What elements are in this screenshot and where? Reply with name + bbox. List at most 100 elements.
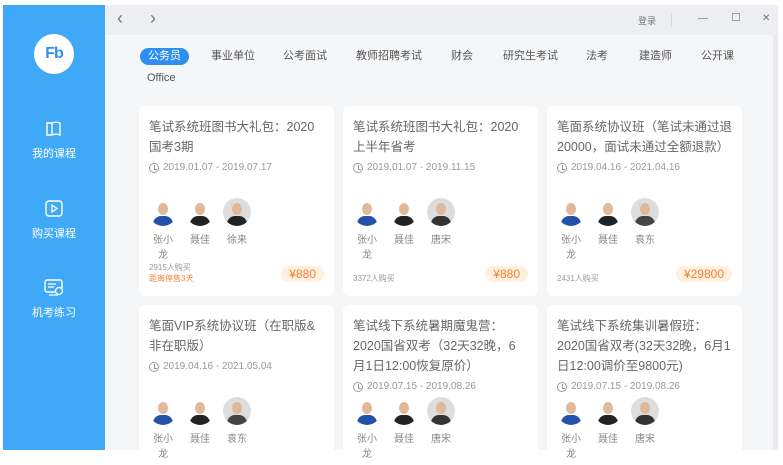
purchase-info: 3372人购买 <box>353 273 395 284</box>
teacher-avatar <box>631 397 659 425</box>
teacher[interactable]: 唐宋 <box>427 198 455 261</box>
sidebar-item-label: 机考练习 <box>32 307 76 319</box>
tab-accounting[interactable]: 财会 <box>451 48 473 65</box>
tab-open-class[interactable]: 公开课 <box>701 48 734 65</box>
price-badge[interactable]: ¥880 <box>281 266 324 282</box>
teacher[interactable]: 张小龙 <box>353 397 381 460</box>
sale-end-notice: 距离停售3天 <box>149 274 194 283</box>
teacher-avatar <box>149 397 177 425</box>
clock-icon <box>149 162 159 173</box>
teacher[interactable]: 张小龙 <box>353 198 381 261</box>
tab-teacher-recruitment[interactable]: 教师招聘考试 <box>356 48 422 65</box>
tab-constructor[interactable]: 建造师 <box>639 48 672 65</box>
close-button[interactable]: ✕ <box>762 13 770 24</box>
teacher[interactable]: 聂佳 <box>186 397 214 460</box>
teacher[interactable]: 聂佳 <box>186 198 214 261</box>
course-date: 2019.01.07 - 2019.11.15 <box>353 162 528 173</box>
date-range: 2019.04.16 - 2021.04.16 <box>571 162 680 173</box>
teacher-name: 聂佳 <box>598 434 618 445</box>
teacher-name: 张小龙 <box>561 235 581 261</box>
teacher-list: 张小龙 聂佳 唐宋 <box>353 397 455 460</box>
date-range: 2019.07.15 - 2019.08.26 <box>367 381 476 392</box>
teacher-avatar <box>594 397 622 425</box>
date-range: 2019.01.07 - 2019.07.17 <box>163 162 272 173</box>
teacher[interactable]: 徐来 <box>223 198 251 261</box>
scrollbar[interactable] <box>773 35 778 450</box>
course-card[interactable]: 笔试线下系统集训暑假班：2020国省双考(32天32晚，6月1日12:00调价至… <box>547 305 742 465</box>
course-date: 2019.07.15 - 2019.08.26 <box>557 381 732 392</box>
purchase-info: 2431人购买 <box>557 273 599 284</box>
buyer-count: 3372人购买 <box>353 274 395 283</box>
teacher-avatar <box>631 198 659 226</box>
teacher-name: 张小龙 <box>153 235 173 261</box>
teacher[interactable]: 袁东 <box>223 397 251 460</box>
app-logo: Fb <box>34 34 74 74</box>
forward-button[interactable]: › <box>150 8 156 29</box>
teacher-name: 袁东 <box>227 434 247 445</box>
course-date: 2019.04.16 - 2021.05.04 <box>149 361 324 372</box>
tab-office[interactable]: Office <box>147 70 176 87</box>
teacher[interactable]: 聂佳 <box>390 198 418 261</box>
course-card[interactable]: 笔面系统协议班（笔试未通过退20000，面试未通过全额退款） 2019.04.1… <box>547 106 742 296</box>
teacher-list: 张小龙 聂佳 袁东 <box>149 397 251 460</box>
course-card[interactable]: 笔面VIP系统协议班（在职版&非在职版） 2019.04.16 - 2021.0… <box>139 305 334 465</box>
teacher-name: 聂佳 <box>394 434 414 445</box>
teacher[interactable]: 聂佳 <box>390 397 418 460</box>
course-card[interactable]: 笔试线下系统暑期魔鬼营：2020国省双考（32天32晚，6月1日12:00恢复原… <box>343 305 538 465</box>
teacher-name: 唐宋 <box>431 235 451 246</box>
computer-clock-icon <box>44 279 64 296</box>
login-button[interactable]: 登录 <box>638 14 656 27</box>
course-date: 2019.07.15 - 2019.08.26 <box>353 381 528 392</box>
sidebar-item-exam-practice[interactable]: 机考练习 <box>3 279 105 320</box>
teacher[interactable]: 聂佳 <box>594 397 622 460</box>
teacher-name: 张小龙 <box>561 434 581 460</box>
clock-icon <box>149 361 159 372</box>
teacher-avatar <box>223 198 251 226</box>
price-badge[interactable]: ¥880 <box>485 266 528 282</box>
back-button[interactable]: ‹ <box>117 8 123 29</box>
sidebar-item-my-courses[interactable]: 我的课程 <box>3 120 105 161</box>
teacher-avatar <box>557 397 585 425</box>
course-title: 笔试线下系统集训暑假班：2020国省双考(32天32晚，6月1日12:00调价至… <box>557 319 731 373</box>
teacher-avatar <box>186 198 214 226</box>
teacher-avatar <box>427 397 455 425</box>
course-card[interactable]: 笔试系统班图书大礼包：2020上半年省考 2019.01.07 - 2019.1… <box>343 106 538 296</box>
course-title: 笔面系统协议班（笔试未通过退20000，面试未通过全额退款） <box>557 120 733 154</box>
minimize-button[interactable]: — <box>698 13 708 24</box>
teacher-name: 张小龙 <box>153 434 173 460</box>
tab-public-institution[interactable]: 事业单位 <box>211 48 255 65</box>
maximize-button[interactable]: ☐ <box>731 11 741 24</box>
teacher-name: 张小龙 <box>357 434 377 460</box>
tab-interview[interactable]: 公考面试 <box>283 48 327 65</box>
teacher-avatar <box>186 397 214 425</box>
teacher-avatar <box>390 198 418 226</box>
tab-postgraduate[interactable]: 研究生考试 <box>503 48 558 65</box>
divider <box>671 13 672 27</box>
course-date: 2019.01.07 - 2019.07.17 <box>149 162 324 173</box>
book-icon <box>46 121 61 137</box>
teacher[interactable]: 聂佳 <box>594 198 622 261</box>
teacher[interactable]: 袁东 <box>631 198 659 261</box>
teacher[interactable]: 唐宋 <box>631 397 659 460</box>
teacher[interactable]: 张小龙 <box>557 397 585 460</box>
course-title: 笔试系统班图书大礼包：2020国考3期 <box>149 120 315 154</box>
tab-civil-service[interactable]: 公务员 <box>140 48 189 65</box>
date-range: 2019.07.15 - 2019.08.26 <box>571 381 680 392</box>
teacher-name: 聂佳 <box>598 235 618 246</box>
teacher[interactable]: 张小龙 <box>557 198 585 261</box>
teacher[interactable]: 张小龙 <box>149 198 177 261</box>
sidebar-item-label: 我的课程 <box>32 148 76 160</box>
teacher-name: 徐来 <box>227 235 247 246</box>
course-card[interactable]: 笔试系统班图书大礼包：2020国考3期 2019.01.07 - 2019.07… <box>139 106 334 296</box>
course-date: 2019.04.16 - 2021.04.16 <box>557 162 732 173</box>
teacher-name: 唐宋 <box>635 434 655 445</box>
course-title: 笔试系统班图书大礼包：2020上半年省考 <box>353 120 519 154</box>
price-badge[interactable]: ¥29800 <box>675 266 732 282</box>
teacher[interactable]: 张小龙 <box>149 397 177 460</box>
teacher[interactable]: 唐宋 <box>427 397 455 460</box>
sidebar-item-buy-courses[interactable]: 购买课程 <box>3 200 105 241</box>
tab-law[interactable]: 法考 <box>586 48 608 65</box>
teacher-name: 聂佳 <box>190 235 210 246</box>
teacher-name: 唐宋 <box>431 434 451 445</box>
buyer-count: 2431人购买 <box>557 274 599 283</box>
